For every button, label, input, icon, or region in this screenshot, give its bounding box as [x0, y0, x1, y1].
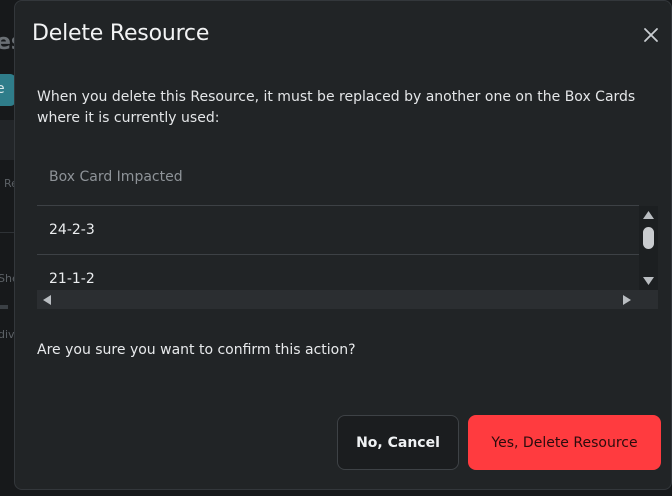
close-icon — [644, 28, 658, 42]
impacted-box-cards-table: Box Card Impacted 24-2-3 21-1-2 — [37, 155, 658, 309]
background-tab-label: e — [0, 81, 5, 97]
table-row: 24-2-3 — [37, 206, 639, 255]
triangle-right-icon[interactable] — [621, 294, 633, 306]
table-header: Box Card Impacted — [37, 155, 639, 206]
table-row: 21-1-2 — [37, 255, 639, 289]
confirm-question: Are you sure you want to confirm this ac… — [37, 342, 356, 358]
triangle-up-icon[interactable] — [642, 210, 655, 220]
delete-resource-dialog: Delete Resource When you delete this Res… — [14, 0, 672, 490]
table-cell: 24-2-3 — [49, 222, 95, 238]
background-card — [0, 120, 14, 160]
column-header-box-card-impacted: Box Card Impacted — [49, 169, 183, 185]
horizontal-scrollbar[interactable] — [37, 290, 639, 309]
close-button[interactable] — [641, 25, 661, 45]
dialog-title: Delete Resource — [32, 21, 210, 46]
cancel-button[interactable]: No, Cancel — [337, 415, 459, 470]
triangle-left-icon[interactable] — [41, 294, 53, 306]
vertical-scrollbar[interactable] — [639, 206, 658, 290]
table-cell: 21-1-2 — [49, 271, 95, 287]
background-divider — [0, 232, 14, 233]
scrollbar-thumb[interactable] — [643, 227, 654, 249]
dialog-description: When you delete this Resource, it must b… — [37, 89, 636, 126]
scrollbar-corner — [639, 290, 658, 309]
background-indicator — [0, 305, 8, 309]
background-label: div — [0, 328, 15, 341]
triangle-down-icon[interactable] — [642, 276, 655, 286]
delete-resource-button[interactable]: Yes, Delete Resource — [468, 415, 661, 470]
